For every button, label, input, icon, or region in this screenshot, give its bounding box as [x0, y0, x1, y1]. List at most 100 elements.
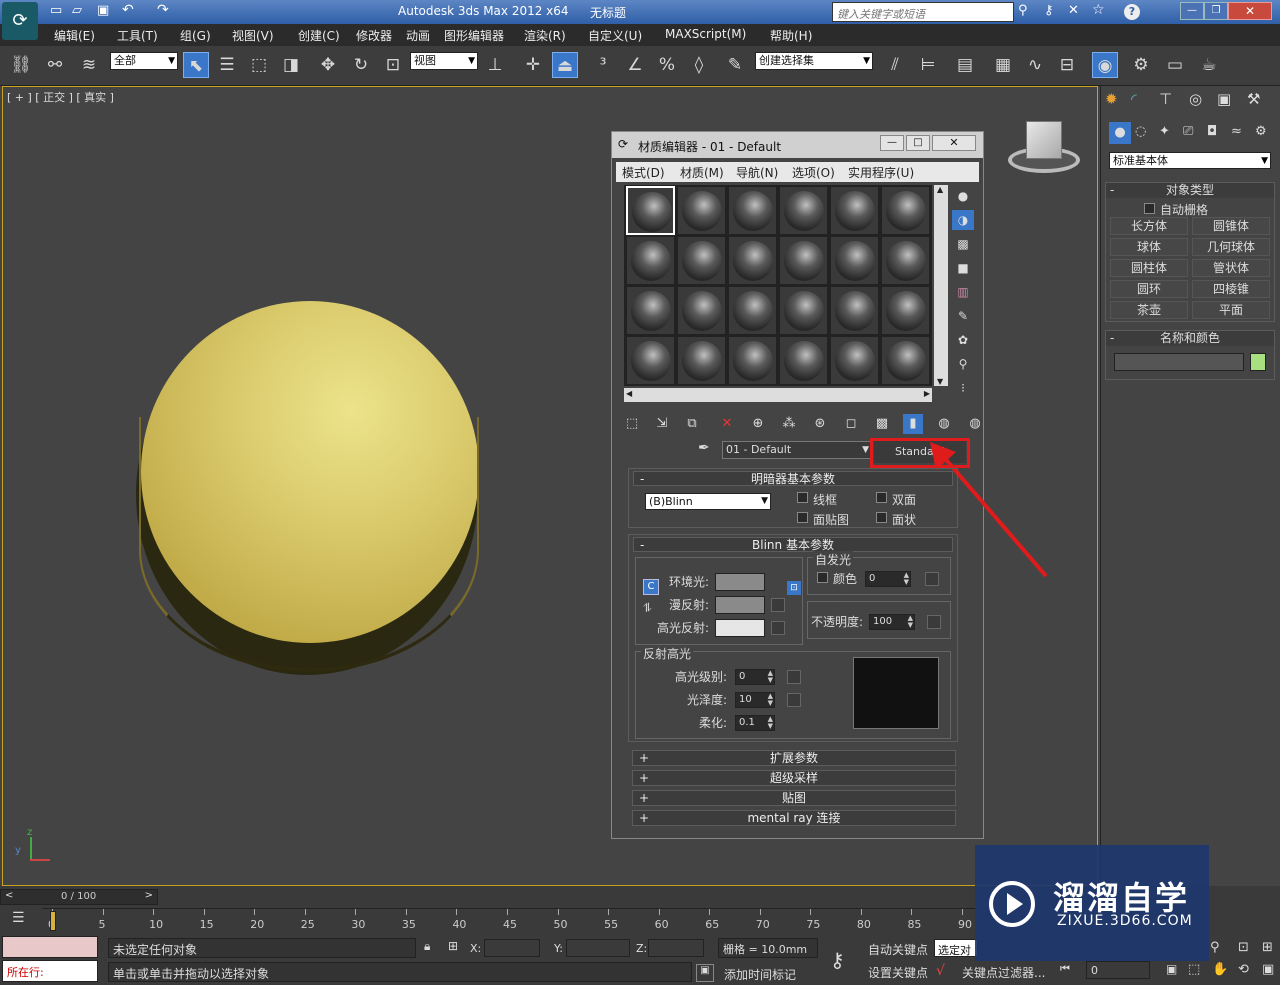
material-sample-slot[interactable]	[626, 286, 675, 335]
app-logo-icon[interactable]: ⟳	[2, 2, 38, 40]
keyboard-shortcut-override-icon[interactable]: ⏏	[552, 52, 578, 78]
shapes-icon[interactable]: ◌	[1135, 124, 1146, 139]
curve-editor-icon[interactable]: ∿	[1022, 52, 1048, 78]
material-sample-slot[interactable]	[626, 236, 675, 285]
menu-item-3[interactable]: 视图(V)	[232, 27, 274, 44]
self-illum-spinner[interactable]: 0 ▲ ▼	[865, 571, 911, 587]
maxscript-line[interactable]: 所在行:	[2, 960, 98, 982]
specular-map-button[interactable]	[771, 621, 785, 635]
key-filters-button[interactable]: 关键点过滤器...	[962, 964, 1045, 981]
orbit-icon[interactable]: ⟲	[1238, 962, 1249, 977]
material-sample-slot[interactable]	[728, 286, 777, 335]
select-by-material-icon[interactable]: ⚲	[952, 354, 974, 374]
material-sample-slot[interactable]	[677, 236, 726, 285]
lights-icon[interactable]: ✦	[1159, 124, 1170, 139]
material-editor-icon[interactable]: ◉	[1092, 52, 1118, 78]
object-type-button-7[interactable]: 四棱锥	[1192, 280, 1270, 298]
lock-selection-icon[interactable]: 🔒︎	[424, 939, 430, 954]
helpers-icon[interactable]: ◘	[1207, 124, 1217, 139]
material-sample-slot[interactable]	[881, 286, 930, 335]
me-maximize-button[interactable]: □	[906, 135, 930, 151]
diffuse-map-button[interactable]	[771, 598, 785, 612]
faceted-checkbox[interactable]	[876, 512, 887, 523]
material-sample-slot[interactable]	[677, 336, 726, 385]
blinn-params-header[interactable]: - Blinn 基本参数	[633, 537, 953, 552]
object-type-button-6[interactable]: 圆环	[1110, 280, 1188, 298]
menu-item-8[interactable]: 渲染(R)	[524, 27, 566, 44]
collapsed-rollout-3[interactable]: + mental ray 连接	[632, 810, 956, 826]
selection-filter-dropdown[interactable]: 全部 ▼	[110, 52, 178, 70]
reset-map-icon[interactable]: ✕	[717, 414, 737, 434]
object-type-button-9[interactable]: 平面	[1192, 301, 1270, 319]
ambient-color-swatch[interactable]	[715, 573, 765, 591]
shader-params-header[interactable]: - 明暗器基本参数	[633, 471, 953, 486]
me-minimize-button[interactable]: —	[880, 135, 904, 151]
current-frame-field[interactable]: 0	[1086, 961, 1150, 979]
zoom-extents-icon[interactable]: ⊡	[1238, 940, 1249, 955]
object-type-button-1[interactable]: 圆锥体	[1192, 217, 1270, 235]
add-time-tag-label[interactable]: 添加时间标记	[724, 966, 796, 983]
time-tag-icon[interactable]: ▣	[696, 964, 714, 982]
make-unique-icon[interactable]: ⁂	[779, 414, 799, 434]
make-copy-icon[interactable]: ⊕	[748, 414, 768, 434]
object-type-button-4[interactable]: 圆柱体	[1110, 259, 1188, 277]
goto-start-icon[interactable]: ⏮	[1060, 962, 1070, 976]
material-sample-slot[interactable]	[677, 186, 726, 235]
redo-icon[interactable]: ↷	[157, 2, 169, 18]
material-sample-slot[interactable]	[779, 186, 828, 235]
yellow-sphere-object[interactable]	[141, 301, 479, 643]
binoculars-icon[interactable]: ⚲	[1018, 3, 1028, 18]
menu-item-5[interactable]: 修改器	[356, 27, 392, 44]
material-editor-window[interactable]: ⟳ 材质编辑器 - 01 - Default — □ ✕ 模式(D) 材质(M) 导…	[611, 131, 1048, 839]
object-type-header[interactable]: - 对象类型	[1106, 183, 1274, 198]
wire-checkbox[interactable]	[797, 492, 808, 503]
spacewarps-icon[interactable]: ≈	[1231, 124, 1242, 139]
show-map-icon[interactable]: ▩	[872, 414, 892, 434]
time-slider[interactable]: < 0 / 100 >	[0, 889, 158, 905]
rendered-frame-icon[interactable]: ▭	[1162, 52, 1188, 78]
link-icon[interactable]: ⛓	[8, 52, 34, 78]
pan-icon[interactable]: ✋	[1212, 962, 1228, 977]
show-end-result-icon[interactable]: ▮	[903, 414, 923, 434]
soften-spinner[interactable]: 0.1 ▲ ▼	[735, 715, 775, 731]
opacity-spinner[interactable]: 100 ▲ ▼	[869, 614, 915, 630]
graphite-ribbon-icon[interactable]: ▦	[990, 52, 1016, 78]
restore-button[interactable]: ❐	[1204, 2, 1228, 20]
eyedropper-icon[interactable]: ✒	[698, 440, 710, 456]
object-type-button-5[interactable]: 管状体	[1192, 259, 1270, 277]
viewcube-box-icon[interactable]	[1026, 121, 1062, 159]
material-sample-slot[interactable]	[881, 236, 930, 285]
set-key-button[interactable]: 设置关键点	[868, 964, 928, 981]
edit-named-selection-icon[interactable]: ✎	[722, 52, 748, 78]
timeline-current-frame-marker[interactable]	[50, 911, 56, 931]
collapsed-rollout-2[interactable]: + 贴图	[632, 790, 956, 806]
spinner-snap-icon[interactable]: ◊	[686, 52, 712, 78]
collapsed-rollout-0[interactable]: + 扩展参数	[632, 750, 956, 766]
object-type-button-3[interactable]: 几何球体	[1192, 238, 1270, 256]
me-close-button[interactable]: ✕	[932, 135, 976, 151]
material-sample-slot[interactable]	[728, 236, 777, 285]
timeline-track[interactable]: 051015202530354045505560657075808590	[42, 908, 977, 934]
maximize-toggle-icon[interactable]: ▣	[1262, 962, 1274, 977]
window-crossing-icon[interactable]: ◨	[278, 52, 304, 78]
pivot-center-icon[interactable]: ⊥	[482, 52, 508, 78]
align-icon[interactable]: ⊨	[915, 52, 941, 78]
display-tab-icon[interactable]: ▣	[1217, 90, 1231, 108]
material-menu-item-3[interactable]: 选项(O)	[792, 164, 835, 181]
self-illum-map-button[interactable]	[925, 572, 939, 586]
go-forward-sibling-icon[interactable]: ◍	[965, 414, 985, 434]
reference-coord-dropdown[interactable]: 视图 ▼	[410, 52, 478, 70]
select-by-name-icon[interactable]: ☰	[214, 52, 240, 78]
material-sample-slot[interactable]	[830, 286, 879, 335]
object-color-swatch[interactable]	[1250, 353, 1266, 371]
material-navigator-icon[interactable]: ⁝	[952, 378, 974, 398]
minimize-button[interactable]: —	[1180, 2, 1204, 20]
new-file-icon[interactable]: ▭	[50, 3, 62, 18]
x-coord-field[interactable]	[484, 939, 540, 957]
undo-icon[interactable]: ↶	[122, 2, 134, 18]
selected-dropdown[interactable]: 选定对	[934, 939, 978, 957]
autogrid-checkbox[interactable]	[1144, 203, 1155, 214]
rotate-icon[interactable]: ↻	[348, 52, 374, 78]
background-icon[interactable]: ▩	[952, 234, 974, 254]
field-of-view-icon[interactable]: ⬚	[1188, 962, 1200, 977]
